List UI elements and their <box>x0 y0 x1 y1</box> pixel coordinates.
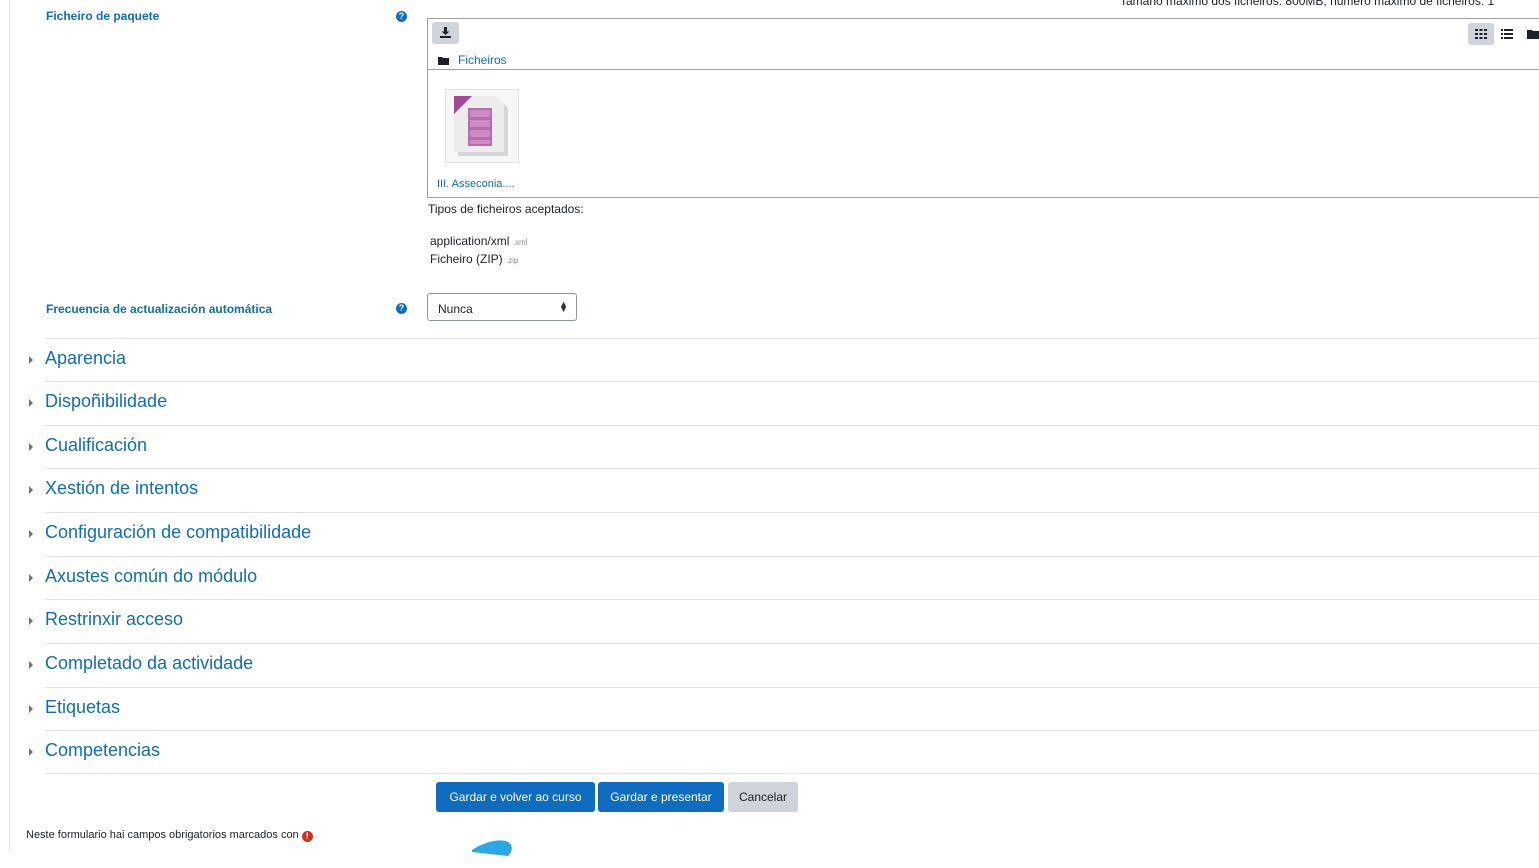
list-view-icon <box>1501 29 1513 39</box>
section-title[interactable]: Configuración de compatibilidade <box>45 522 311 543</box>
tree-view-button[interactable] <box>1520 23 1539 45</box>
section-divider <box>45 599 1539 600</box>
section-title[interactable]: Etiquetas <box>45 697 120 718</box>
section-title[interactable]: Completado da actividade <box>45 653 253 674</box>
section-completado-actividade[interactable]: Completado da actividade <box>29 643 1539 686</box>
section-cualificacion[interactable]: Cualificación <box>29 425 1539 468</box>
section-title[interactable]: Axustes común do módulo <box>45 566 257 587</box>
accepted-types-label: Tipos de ficheiros aceptados: <box>428 202 584 216</box>
section-divider <box>45 643 1539 644</box>
accepted-type-ext: .xml <box>512 238 528 247</box>
section-compatibilidade[interactable]: Configuración de compatibilidade <box>29 512 1539 555</box>
list-view-button[interactable] <box>1494 23 1520 45</box>
select-arrows-icon: ▲ ▼ <box>559 299 568 314</box>
section-divider <box>45 512 1539 513</box>
section-aparencia[interactable]: Aparencia <box>29 338 1539 381</box>
accepted-type-item: Ficheiro (ZIP) .zip <box>430 252 518 266</box>
folder-icon <box>438 57 449 66</box>
file-thumbnail[interactable] <box>445 89 519 163</box>
auto-update-help-icon[interactable]: ? <box>396 303 407 314</box>
section-restrinxir-acceso[interactable]: Restrinxir acceso <box>29 599 1539 642</box>
cursor-highlight-icon <box>472 840 512 856</box>
section-divider <box>45 381 1539 382</box>
expand-caret-icon <box>29 574 33 582</box>
expand-caret-icon <box>29 748 33 756</box>
page-left-border <box>9 0 10 850</box>
accepted-type-name: application/xml <box>430 234 510 248</box>
section-divider <box>45 338 1539 339</box>
section-divider <box>45 687 1539 688</box>
section-title[interactable]: Restrinxir acceso <box>45 609 183 630</box>
save-return-button[interactable]: Gardar e volver ao curso <box>436 782 595 812</box>
file-picker-toolbar: Ficheiros <box>428 19 1539 70</box>
accepted-type-ext: .zip <box>506 256 519 265</box>
section-divider <box>45 468 1539 469</box>
expand-caret-icon <box>29 443 33 451</box>
required-fields-note: Neste formulario hai campos obrigatorios… <box>26 829 313 842</box>
package-file-help-icon[interactable]: ? <box>396 11 407 22</box>
section-divider <box>45 773 1539 774</box>
section-title[interactable]: Competencias <box>45 740 160 761</box>
cancel-button[interactable]: Cancelar <box>728 782 798 812</box>
section-competencias[interactable]: Competencias <box>29 730 1539 773</box>
max-file-info: Tamaño máximo dos ficheiros: 800MB, núme… <box>1120 0 1495 8</box>
expand-caret-icon <box>29 530 33 538</box>
section-divider <box>45 425 1539 426</box>
section-axustes-modulo[interactable]: Axustes común do módulo <box>29 556 1539 599</box>
package-file-label: Ficheiro de paquete <box>46 9 160 23</box>
grid-view-button[interactable] <box>1468 23 1494 45</box>
section-divider <box>45 730 1539 731</box>
accepted-type-name: Ficheiro (ZIP) <box>430 252 503 266</box>
section-title[interactable]: Dispoñibilidade <box>45 391 167 412</box>
grid-view-icon <box>1475 29 1487 39</box>
file-name-link[interactable]: III. Asseconia.... <box>437 178 515 190</box>
auto-update-select[interactable]: Nunca ▲ ▼ <box>427 293 577 321</box>
expand-caret-icon <box>29 661 33 669</box>
required-icon: ! <box>301 831 313 842</box>
save-display-button[interactable]: Gardar e presentar <box>598 782 724 812</box>
download-button[interactable] <box>432 22 459 44</box>
section-title[interactable]: Aparencia <box>45 348 126 369</box>
expand-caret-icon <box>29 617 33 625</box>
download-icon <box>440 27 451 38</box>
view-switcher <box>1468 23 1539 45</box>
section-divider <box>45 556 1539 557</box>
expand-caret-icon <box>29 399 33 407</box>
tree-view-icon <box>1527 30 1539 39</box>
auto-update-label: Frecuencia de actualización automática <box>46 302 273 316</box>
path-label[interactable]: Ficheiros <box>458 53 507 67</box>
section-xestion-intentos[interactable]: Xestión de intentos <box>29 468 1539 511</box>
section-title[interactable]: Cualificación <box>45 435 147 456</box>
expand-caret-icon <box>29 705 33 713</box>
zip-file-icon <box>454 96 508 156</box>
required-note-text: Neste formulario hai campos obrigatorios… <box>26 829 299 841</box>
section-disponibilidade[interactable]: Dispoñibilidade <box>29 381 1539 424</box>
file-picker: Ficheiros III. Asseconia.... <box>427 18 1539 198</box>
section-etiquetas[interactable]: Etiquetas <box>29 687 1539 730</box>
accepted-type-item: application/xml .xml <box>430 234 527 248</box>
auto-update-selected-value: Nunca <box>438 302 473 316</box>
expand-caret-icon <box>29 486 33 494</box>
section-title[interactable]: Xestión de intentos <box>45 478 198 499</box>
file-picker-path[interactable]: Ficheiros <box>438 53 507 67</box>
expand-caret-icon <box>29 356 33 364</box>
